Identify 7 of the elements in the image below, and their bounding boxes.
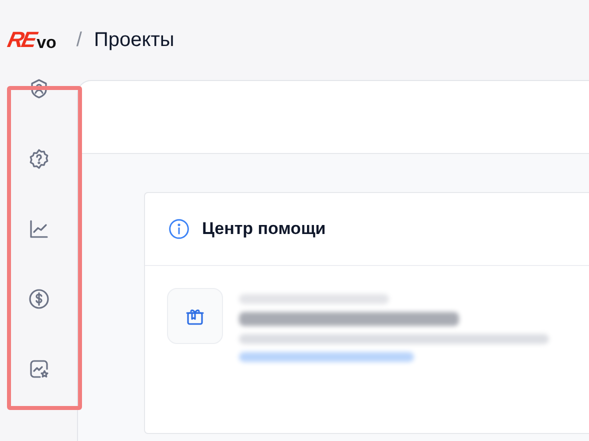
logo-text[interactable]: vo: [36, 34, 56, 51]
card-title: Центр помощи: [202, 219, 326, 239]
info-icon: [168, 218, 190, 240]
breadcrumb-separator: /: [76, 28, 82, 52]
page-title: Проекты: [94, 28, 174, 52]
logo-text[interactable]: RE: [6, 29, 37, 51]
dollar-icon: [26, 287, 50, 311]
